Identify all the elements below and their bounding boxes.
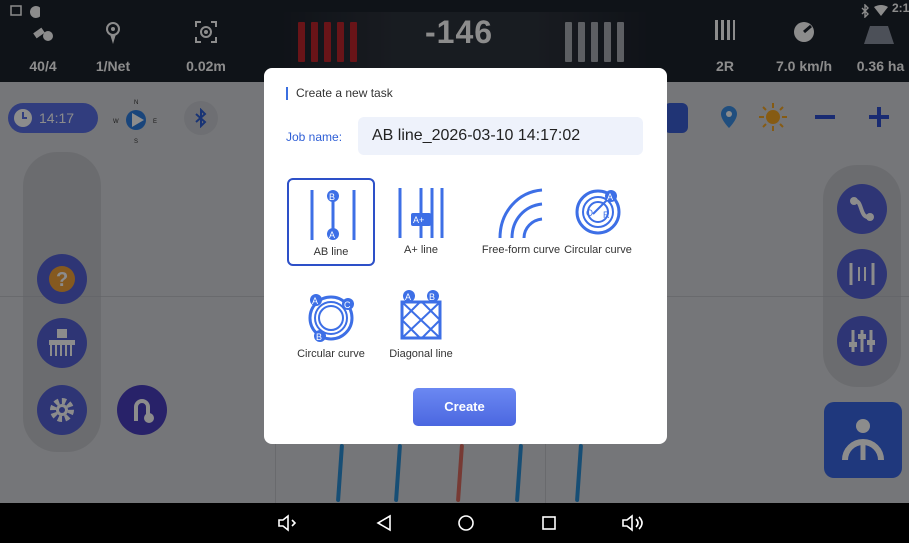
create-task-dialog: Create a new task Job name: AB line_2026… bbox=[264, 68, 667, 444]
job-name-label: Job name: bbox=[286, 130, 343, 144]
svg-text:B: B bbox=[429, 292, 435, 302]
circular-curve-three-point-icon: A C B bbox=[308, 294, 354, 342]
a-plus-line-icon: A+ bbox=[398, 188, 444, 238]
task-type-a-plus-line[interactable]: A+ A+ line bbox=[377, 178, 465, 266]
recents-button[interactable] bbox=[537, 511, 561, 535]
svg-text:B: B bbox=[329, 192, 335, 202]
task-type-circular-curve-radius[interactable]: A O R Circular curve bbox=[554, 178, 642, 266]
circular-curve-radius-icon: A O R bbox=[575, 189, 621, 235]
volume-up-icon bbox=[622, 514, 643, 532]
volume-down-button[interactable] bbox=[276, 511, 300, 535]
back-icon bbox=[376, 514, 391, 532]
recents-icon bbox=[542, 516, 556, 530]
svg-text:A: A bbox=[607, 192, 613, 202]
android-nav-bar bbox=[0, 503, 909, 543]
home-button[interactable] bbox=[454, 511, 478, 535]
svg-text:C: C bbox=[344, 300, 351, 310]
svg-text:A: A bbox=[405, 292, 411, 302]
ab-line-icon: B A bbox=[310, 190, 356, 240]
volume-up-button[interactable] bbox=[621, 511, 645, 535]
svg-text:A: A bbox=[312, 296, 318, 306]
svg-text:B: B bbox=[316, 332, 322, 342]
diagonal-line-icon: A B bbox=[400, 290, 442, 340]
option-label: Circular curve bbox=[564, 244, 632, 256]
volume-down-icon bbox=[278, 514, 297, 532]
svg-text:O: O bbox=[586, 208, 593, 218]
svg-text:R: R bbox=[603, 210, 610, 220]
home-icon bbox=[458, 515, 474, 531]
option-label: Diagonal line bbox=[389, 348, 453, 360]
back-button[interactable] bbox=[372, 511, 396, 535]
task-type-diagonal-line[interactable]: A B Diagonal line bbox=[377, 282, 465, 370]
svg-text:A: A bbox=[329, 230, 335, 240]
create-button[interactable]: Create bbox=[413, 388, 516, 426]
dialog-title: Create a new task bbox=[286, 87, 393, 100]
job-name-input[interactable]: AB line_2026-03-10 14:17:02 bbox=[358, 117, 643, 155]
svg-text:A+: A+ bbox=[413, 215, 424, 225]
free-form-curve-icon bbox=[498, 188, 543, 239]
